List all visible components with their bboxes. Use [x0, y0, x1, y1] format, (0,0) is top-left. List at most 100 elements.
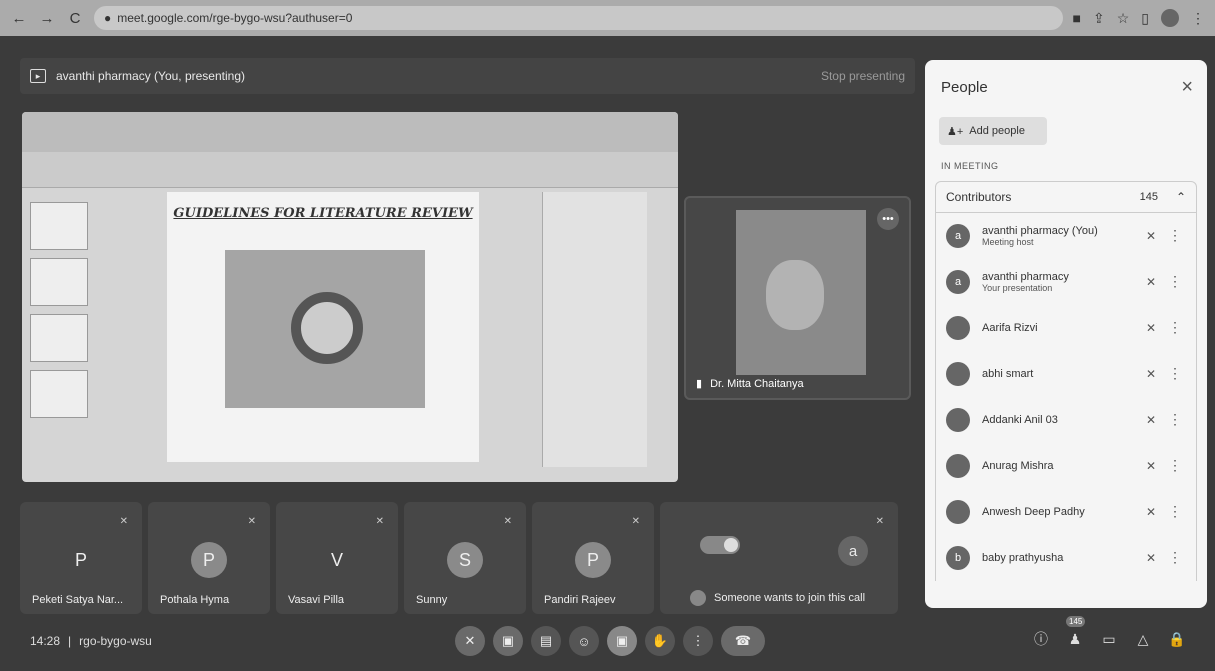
back-icon[interactable]: ←	[10, 9, 28, 27]
share-icon[interactable]: ⇪	[1093, 10, 1105, 27]
mic-off-icon: ✕	[1145, 505, 1156, 519]
list-item[interactable]: b baby prathyusha ✕ ⋮	[936, 535, 1196, 581]
address-bar[interactable]: ● meet.google.com/rge-bygo-wsu?authuser=…	[94, 6, 1063, 30]
stop-presenting-button[interactable]: Stop presenting	[821, 69, 905, 83]
list-item[interactable]: abhi smart ✕ ⋮	[936, 351, 1196, 397]
join-request-tile[interactable]: a ✕ Someone wants to join this call	[660, 502, 898, 614]
more-vert-icon[interactable]: ⋮	[1168, 365, 1182, 382]
slide-thumb	[30, 202, 88, 250]
contributors-group[interactable]: Contributors 145 ⌃	[935, 181, 1197, 213]
activities-icon[interactable]: △	[1132, 626, 1154, 652]
meeting-code: rgo-bygo-wsu	[79, 634, 152, 648]
people-count-badge: 145	[1066, 616, 1086, 627]
more-vert-icon[interactable]: ⋮	[1168, 273, 1182, 290]
more-vert-icon[interactable]: ⋮	[1168, 227, 1182, 244]
more-vert-icon[interactable]: ⋮	[1168, 457, 1182, 474]
pin-icon[interactable]: ▮	[696, 377, 702, 390]
captions-icon[interactable]: ▤	[531, 626, 561, 656]
join-request-text: Someone wants to join this call	[714, 592, 866, 604]
avatar: a	[946, 224, 970, 248]
list-item[interactable]: Anurag Mishra ✕ ⋮	[936, 443, 1196, 489]
person-role: Meeting host	[982, 237, 1034, 247]
info-icon[interactable]: ⓘ	[1030, 626, 1052, 652]
leave-call-button[interactable]: ☎	[721, 626, 765, 656]
extensions-icon[interactable]: ▯	[1141, 10, 1149, 27]
more-vert-icon[interactable]: ⋮	[1168, 503, 1182, 520]
reload-icon[interactable]: C	[66, 9, 84, 27]
person-name: Anwesh Deep Padhy	[982, 506, 1085, 518]
browser-toolbar: ← → C ● meet.google.com/rge-bygo-wsu?aut…	[0, 0, 1215, 36]
people-icon[interactable]: 145 ♟	[1064, 616, 1086, 652]
person-name: avanthi pharmacy	[982, 271, 1069, 283]
mic-off-icon: ✕	[1145, 551, 1156, 565]
mic-off-icon: ✕	[875, 516, 884, 527]
present-icon: ▸	[30, 69, 46, 83]
list-item[interactable]: Addanki Anil 03 ✕ ⋮	[936, 397, 1196, 443]
emoji-icon[interactable]: ☺	[569, 626, 599, 656]
shared-screen: GUIDELINES FOR LITERATURE REVIEW	[22, 112, 678, 482]
more-vert-icon[interactable]: ⋮	[1168, 549, 1182, 566]
add-people-button[interactable]: ♟+ Add people	[939, 117, 1047, 145]
slide-thumb	[30, 314, 88, 362]
meeting-info: 14:28 | rgo-bygo-wsu	[30, 634, 152, 648]
speaker-video: ••• ▮ Dr. Mitta Chaitanya	[684, 196, 911, 400]
chevron-up-icon[interactable]: ⌃	[1176, 190, 1186, 204]
people-panel: People × ♟+ Add people IN MEETING Contri…	[925, 60, 1207, 608]
present-screen-icon[interactable]: ▣	[607, 626, 637, 656]
speaker-name-tag: ▮ Dr. Mitta Chaitanya	[696, 377, 804, 391]
person-role: Your presentation	[982, 283, 1053, 293]
mic-off-icon: ✕	[1145, 367, 1156, 381]
format-pane	[542, 192, 647, 467]
forward-icon[interactable]: →	[38, 9, 56, 27]
star-icon[interactable]: ☆	[1117, 10, 1130, 27]
join-request[interactable]: Someone wants to join this call	[690, 590, 865, 606]
more-options-icon[interactable]: •••	[877, 208, 899, 230]
mic-off-icon: ✕	[1145, 321, 1156, 335]
participant-initial: P	[191, 542, 227, 578]
mic-off-icon: ✕	[375, 516, 384, 527]
mic-off-icon: ✕	[1145, 275, 1156, 289]
mic-off-icon: ✕	[119, 516, 128, 527]
list-item[interactable]: a avanthi pharmacy (You) Meeting host ✕ …	[936, 213, 1196, 259]
host-controls-icon[interactable]: 🔒	[1166, 626, 1188, 652]
person-name: Aarifa Rizvi	[982, 322, 1038, 334]
participant-initial: V	[330, 549, 343, 570]
camera-off-icon[interactable]: ▣	[493, 626, 523, 656]
participant-face	[766, 260, 824, 330]
group-count: 145	[1139, 191, 1158, 203]
list-item[interactable]: Anwesh Deep Padhy ✕ ⋮	[936, 489, 1196, 535]
person-name: Addanki Anil 03	[982, 414, 1058, 426]
more-vert-icon[interactable]: ⋮	[1168, 411, 1182, 428]
mic-off-icon: ✕	[503, 516, 512, 527]
slide-thumb	[30, 370, 88, 418]
list-item[interactable]: a avanthi pharmacy Your presentation ✕ ⋮	[936, 259, 1196, 305]
menu-icon[interactable]: ⋮	[1191, 10, 1205, 27]
chat-icon[interactable]: ▭	[1098, 626, 1120, 652]
person-name: avanthi pharmacy (You)	[982, 225, 1098, 237]
participant-tile[interactable]: ✕ S Sunny	[404, 502, 526, 614]
avatar	[946, 362, 970, 386]
participant-tile[interactable]: ✕ P Peketi Satya Nar...	[20, 502, 142, 614]
more-vert-icon[interactable]: ⋮	[1168, 319, 1182, 336]
camera-icon[interactable]: ■	[1073, 10, 1081, 26]
meet-window: ▸ avanthi pharmacy (You, presenting) Sto…	[0, 36, 1215, 671]
participant-name: Pothala Hyma	[160, 594, 230, 606]
profile-avatar[interactable]	[1161, 9, 1179, 27]
group-label: Contributors	[946, 190, 1012, 204]
more-options-icon[interactable]: ⋮	[683, 626, 713, 656]
participant-tile[interactable]: ✕ P Pothala Hyma	[148, 502, 270, 614]
browser-actions: ■ ⇪ ☆ ▯ ⋮	[1073, 9, 1205, 27]
slide-canvas: GUIDELINES FOR LITERATURE REVIEW	[167, 192, 479, 462]
close-icon[interactable]: ×	[1181, 76, 1193, 99]
list-item[interactable]: Aarifa Rizvi ✕ ⋮	[936, 305, 1196, 351]
participant-tile[interactable]: ✕ P Pandiri Rajeev	[532, 502, 654, 614]
bottom-bar: 14:28 | rgo-bygo-wsu ✕ ▣ ▤ ☺ ▣ ✋ ⋮ ☎ ⓘ 1…	[0, 616, 1215, 671]
avatar: a	[946, 270, 970, 294]
raise-hand-icon[interactable]: ✋	[645, 626, 675, 656]
participant-tile[interactable]: ✕ V Vasavi Pilla	[276, 502, 398, 614]
people-list: a avanthi pharmacy (You) Meeting host ✕ …	[935, 213, 1197, 581]
participant-name: Vasavi Pilla	[288, 594, 345, 606]
side-controls: ⓘ 145 ♟ ▭ △ 🔒	[1030, 616, 1188, 652]
diagram-ring	[291, 292, 363, 364]
mic-off-icon[interactable]: ✕	[455, 626, 485, 656]
